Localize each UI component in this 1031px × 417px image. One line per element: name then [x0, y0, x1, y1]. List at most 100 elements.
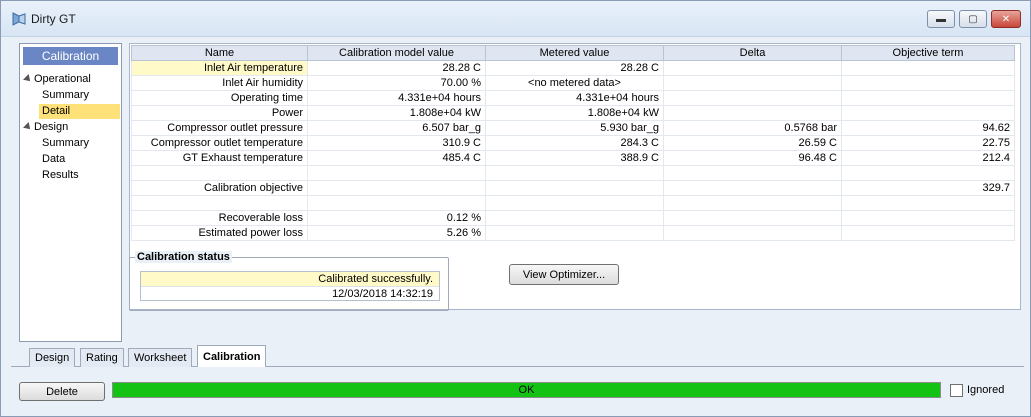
cell-name[interactable]: Power — [131, 105, 308, 121]
window-title: Dirty GT — [31, 12, 76, 26]
nav-item-design-results[interactable]: Results — [42, 168, 79, 183]
cell-objective-term[interactable]: 94.62 — [841, 120, 1015, 136]
cell-metered-value[interactable] — [485, 195, 664, 211]
cell-metered-value[interactable]: 4.331e+04 hours — [485, 90, 664, 106]
tab-worksheet[interactable]: Worksheet — [128, 348, 193, 367]
column-header-name[interactable]: Name — [131, 45, 308, 61]
tab-calibration[interactable]: Calibration — [197, 345, 267, 367]
title-bar[interactable]: Dirty GT ▬ ▢ ✕ — [1, 1, 1030, 37]
minimize-button[interactable]: ▬ — [927, 10, 955, 28]
cell-model-value[interactable]: 485.4 C — [307, 150, 486, 166]
cell-name[interactable]: GT Exhaust temperature — [131, 150, 308, 166]
nav-item-design[interactable]: Design — [34, 120, 68, 135]
cell-metered-value[interactable]: <no metered data> — [485, 75, 664, 91]
cell-delta[interactable] — [663, 225, 842, 241]
cell-objective-term[interactable] — [841, 75, 1015, 91]
cell-delta[interactable] — [663, 210, 842, 226]
column-header-model-value[interactable]: Calibration model value — [307, 45, 486, 61]
table-row: Recoverable loss 0.12 % — [131, 210, 1015, 226]
cell-delta[interactable]: 26.59 C — [663, 135, 842, 151]
cell-model-value[interactable]: 310.9 C — [307, 135, 486, 151]
close-icon: ✕ — [1001, 13, 1011, 25]
cell-name[interactable]: Calibration objective — [131, 180, 308, 196]
calibration-status-group: Calibration status Calibrated successful… — [129, 251, 449, 311]
column-header-metered-value[interactable]: Metered value — [485, 45, 664, 61]
cell-delta[interactable]: 96.48 C — [663, 150, 842, 166]
cell-delta[interactable] — [663, 90, 842, 106]
cell-metered-value[interactable]: 1.808e+04 kW — [485, 105, 664, 121]
cell-delta[interactable] — [663, 60, 842, 76]
content-area: Calibration Operational Summary Detail D… — [9, 37, 1023, 345]
cell-name[interactable] — [131, 165, 308, 181]
cell-metered-value[interactable] — [485, 210, 664, 226]
table-row: Calibration objective 329.7 — [131, 180, 1015, 196]
tab-design[interactable]: Design — [29, 348, 76, 367]
cell-name[interactable]: Operating time — [131, 90, 308, 106]
ignored-checkbox[interactable] — [950, 384, 963, 397]
tab-rating[interactable]: Rating — [80, 348, 124, 367]
table-header-row: Name Calibration model value Metered val… — [131, 45, 1015, 61]
cell-model-value[interactable]: 5.26 % — [307, 225, 486, 241]
calibration-status-label: Calibration status — [135, 251, 232, 263]
cell-delta[interactable]: 0.5768 bar — [663, 120, 842, 136]
cell-delta[interactable] — [663, 165, 842, 181]
nav-item-design-data[interactable]: Data — [42, 152, 65, 167]
cell-model-value[interactable] — [307, 180, 486, 196]
cell-delta[interactable] — [663, 105, 842, 121]
cell-objective-term[interactable] — [841, 105, 1015, 121]
cell-name[interactable]: Compressor outlet temperature — [131, 135, 308, 151]
cell-metered-value[interactable]: 5.930 bar_g — [485, 120, 664, 136]
close-button[interactable]: ✕ — [991, 10, 1021, 28]
restore-button[interactable]: ▢ — [959, 10, 987, 28]
cell-name[interactable] — [131, 195, 308, 211]
cell-name[interactable]: Recoverable loss — [131, 210, 308, 226]
cell-objective-term[interactable]: 329.7 — [841, 180, 1015, 196]
table-row: Inlet Air humidity 70.00 % <no metered dat… — [131, 75, 1015, 91]
cell-name[interactable]: Inlet Air temperature — [131, 60, 308, 76]
cell-model-value[interactable]: 1.808e+04 kW — [307, 105, 486, 121]
view-optimizer-button[interactable]: View Optimizer... — [509, 264, 619, 285]
cell-delta[interactable] — [663, 180, 842, 196]
table-row: Estimated power loss 5.26 % — [131, 225, 1015, 241]
minimize-icon: ▬ — [936, 13, 946, 25]
cell-metered-value[interactable]: 284.3 C — [485, 135, 664, 151]
nav-item-operational-detail[interactable]: Detail — [39, 104, 120, 119]
cell-metered-value[interactable] — [485, 225, 664, 241]
table-row: Power 1.808e+04 kW 1.808e+04 kW — [131, 105, 1015, 121]
cell-model-value[interactable]: 6.507 bar_g — [307, 120, 486, 136]
app-icon — [12, 12, 26, 26]
cell-objective-term[interactable] — [841, 165, 1015, 181]
cell-name[interactable]: Estimated power loss — [131, 225, 308, 241]
status-message: Calibrated successfully. — [141, 272, 439, 287]
cell-delta[interactable] — [663, 195, 842, 211]
cell-model-value[interactable]: 0.12 % — [307, 210, 486, 226]
nav-item-operational[interactable]: Operational — [34, 72, 91, 87]
nav-item-operational-summary[interactable]: Summary — [42, 88, 89, 103]
cell-metered-value[interactable]: 388.9 C — [485, 150, 664, 166]
nav-item-design-summary[interactable]: Summary — [42, 136, 89, 151]
cell-objective-term[interactable]: 212.4 — [841, 150, 1015, 166]
cell-delta[interactable] — [663, 75, 842, 91]
calibration-table: Name Calibration model value Metered val… — [131, 45, 1015, 241]
cell-model-value[interactable] — [307, 165, 486, 181]
cell-model-value[interactable] — [307, 195, 486, 211]
column-header-delta[interactable]: Delta — [663, 45, 842, 61]
cell-objective-term[interactable] — [841, 210, 1015, 226]
cell-metered-value[interactable] — [485, 165, 664, 181]
cell-objective-term[interactable] — [841, 225, 1015, 241]
cell-metered-value[interactable]: 28.28 C — [485, 60, 664, 76]
cell-model-value[interactable]: 4.331e+04 hours — [307, 90, 486, 106]
cell-objective-term[interactable] — [841, 90, 1015, 106]
cell-metered-value[interactable] — [485, 180, 664, 196]
column-header-objective-term[interactable]: Objective term — [841, 45, 1015, 61]
cell-objective-term[interactable]: 22.75 — [841, 135, 1015, 151]
cell-objective-term[interactable] — [841, 60, 1015, 76]
cell-model-value[interactable]: 70.00 % — [307, 75, 486, 91]
progress-text: OK — [518, 384, 535, 396]
cell-name[interactable]: Inlet Air humidity — [131, 75, 308, 91]
table-row: GT Exhaust temperature 485.4 C 388.9 C 96.4… — [131, 150, 1015, 166]
cell-objective-term[interactable] — [841, 195, 1015, 211]
delete-button[interactable]: Delete — [19, 382, 105, 401]
cell-model-value[interactable]: 28.28 C — [307, 60, 486, 76]
cell-name[interactable]: Compressor outlet pressure — [131, 120, 308, 136]
